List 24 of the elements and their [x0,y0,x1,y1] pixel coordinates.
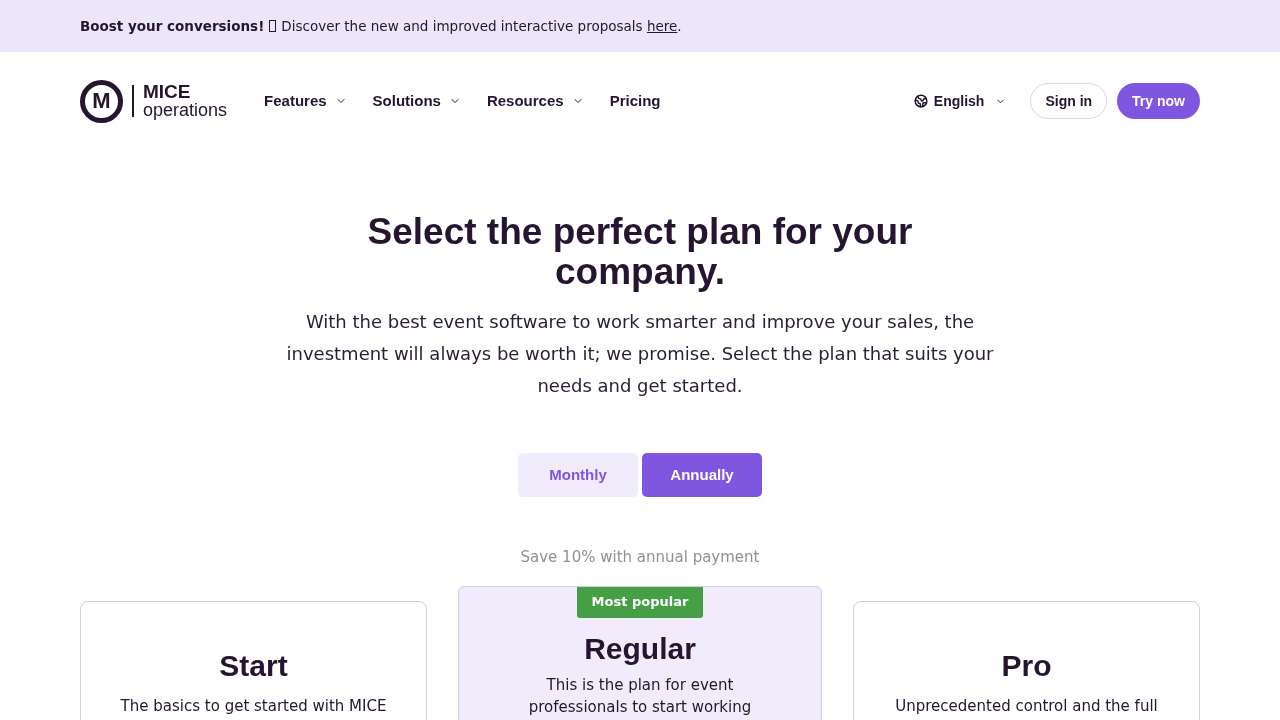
nav-menu-item[interactable]: Resources [486,89,584,113]
language-selector[interactable]: English [913,90,1007,112]
plan-description: This is the plan for event professionals to start working [527,674,753,718]
glyph-box-icon [269,20,277,32]
nav-menu-item[interactable]: Pricing [609,89,661,113]
logo-mark[interactable]: M [80,79,123,123]
plan-name: Pro [1001,647,1052,684]
plan-description: Unprecedented control and the full [895,695,1158,717]
hero-title: Select the perfect plan for your company. [366,212,914,292]
most-popular-badge: Most popular [577,586,703,618]
try-now-button[interactable]: Try now [1117,83,1200,119]
annual-savings-note: Save 10% with annual payment [520,547,760,568]
plan-description: The basics to get started with MICE [120,695,387,717]
billing-period-tab[interactable]: Monthly [518,453,638,497]
plan-name: Start [219,647,288,684]
plan-name: Regular [584,630,696,667]
nav-menu-item[interactable]: Features [264,89,347,113]
promo-banner-text: Boost your conversions! Discover the new and improved interactive proposals here. [80,15,682,37]
logo-tagline: operations [143,101,228,119]
globe-icon [913,94,928,108]
logo-name: MICE [143,83,192,101]
nav-menu-item[interactable]: Solutions [372,89,461,113]
billing-period-tab[interactable]: Annually [642,453,762,497]
hero-subtitle: With the best event software to work smarter and improve your sales, the investment will always be worth it; we promise. Select the plan that suits your needs and get started. [285,310,995,398]
